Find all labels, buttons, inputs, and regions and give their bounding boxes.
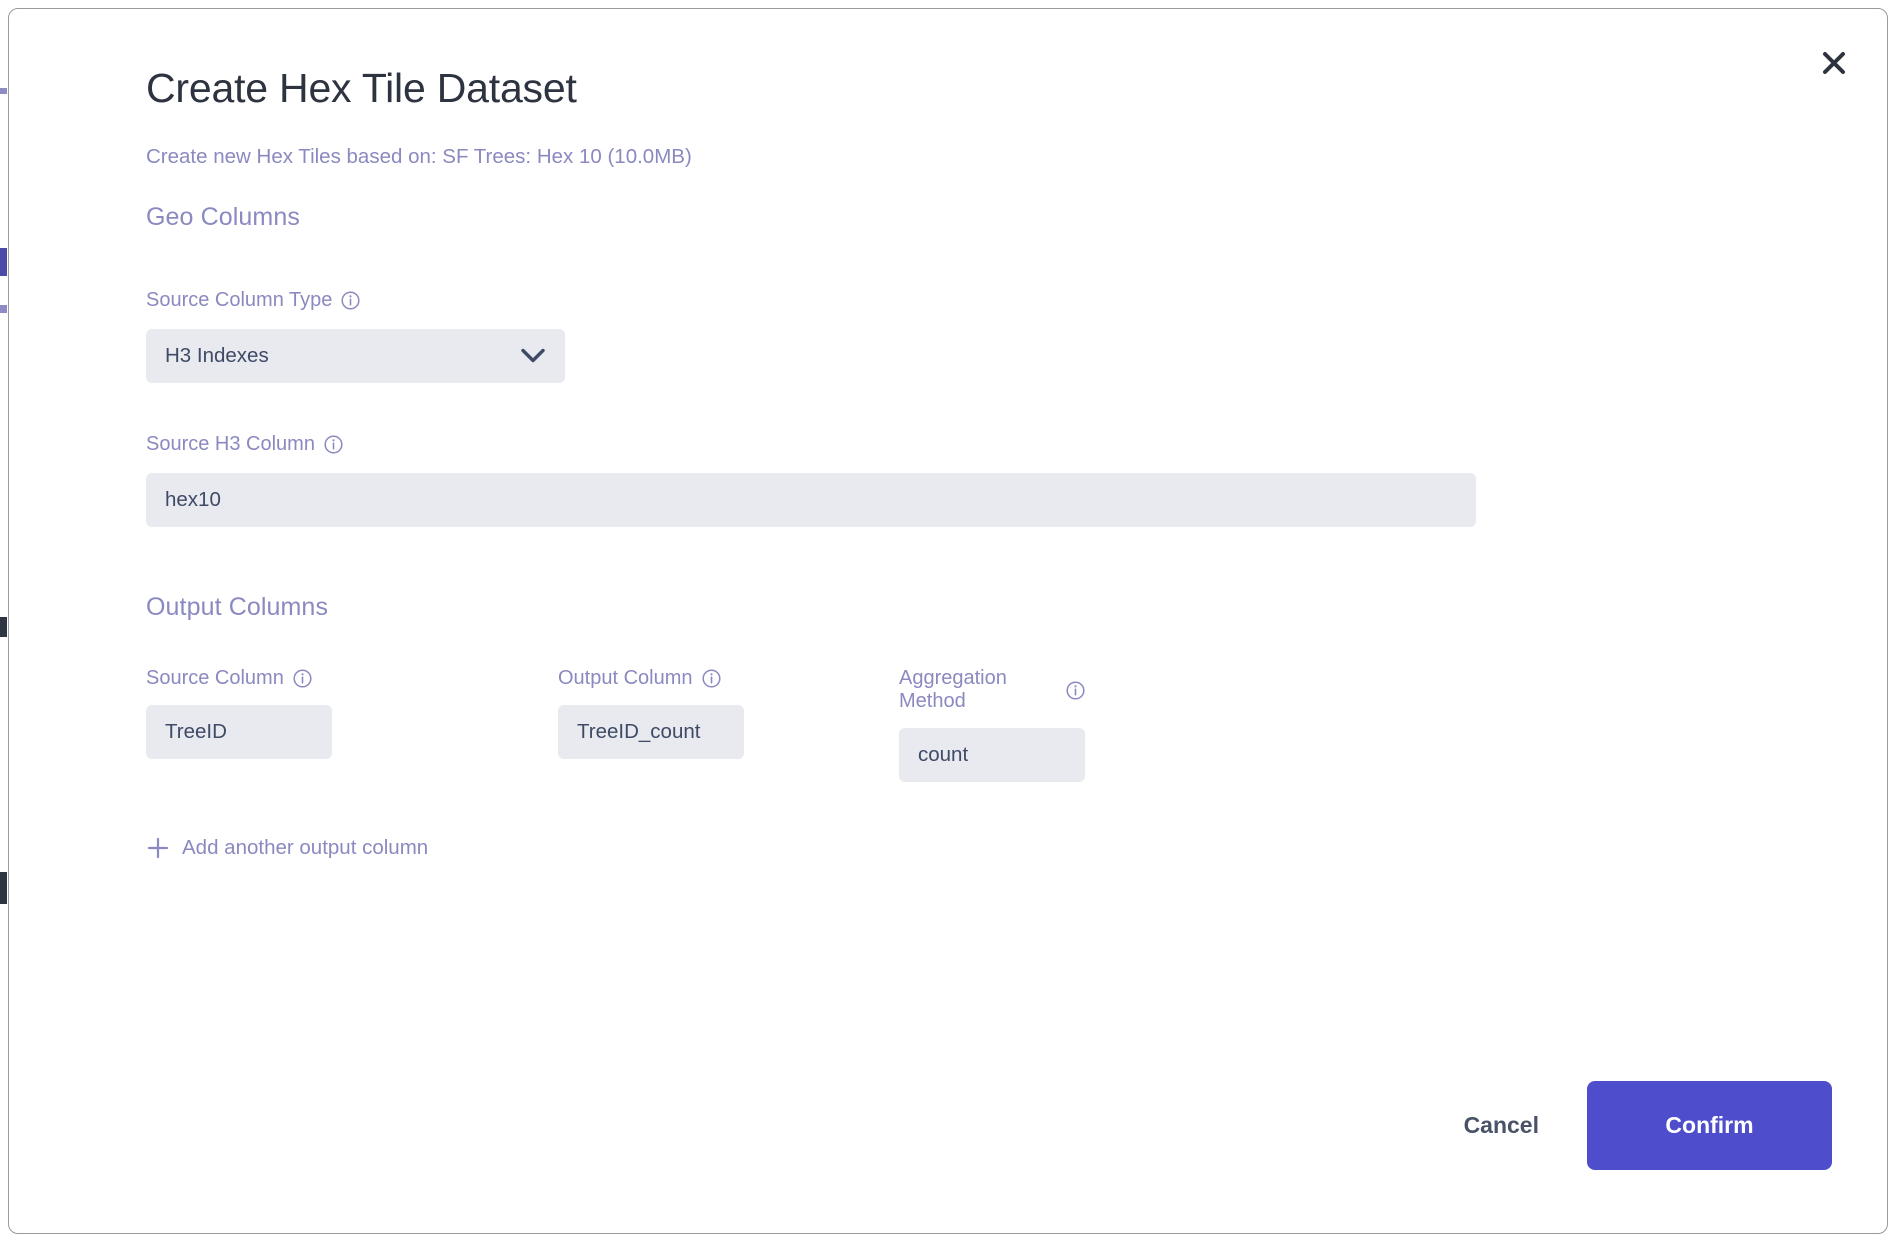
source-column-type-label-text: Source Column Type	[146, 289, 333, 312]
output-column-aggregation: Aggregation Method count	[899, 667, 1085, 783]
output-columns-heading: Output Columns	[146, 593, 329, 622]
source-h3-column-field-wrap: hex10	[146, 473, 1476, 528]
background-app-sliver	[0, 872, 7, 904]
add-output-column-label: Add another output column	[182, 836, 429, 860]
source-column-label-text: Source Column	[146, 667, 284, 690]
source-column-type-select[interactable]: H3 Indexes	[146, 329, 565, 384]
create-hex-tile-dataset-dialog: Create Hex Tile Dataset Create new Hex T…	[8, 8, 1888, 1234]
geo-columns-heading: Geo Columns	[146, 203, 300, 232]
confirm-button[interactable]: Confirm	[1587, 1081, 1832, 1170]
info-icon[interactable]	[324, 435, 343, 454]
source-column-type-label: Source Column Type	[146, 232, 1887, 312]
output-column-input[interactable]: TreeID_count	[558, 705, 744, 760]
background-app-sliver	[0, 617, 7, 637]
info-icon[interactable]	[293, 669, 312, 688]
aggregation-method-label: Aggregation Method	[899, 667, 1085, 713]
source-h3-column-label: Source H3 Column	[146, 383, 1887, 456]
dialog-subtitle: Create new Hex Tiles based on: SF Trees:…	[146, 145, 692, 169]
source-column-label: Source Column	[146, 667, 332, 690]
add-output-column-button[interactable]: Add another output column	[146, 836, 428, 860]
output-column-label-text: Output Column	[558, 667, 693, 690]
output-column-output: Output Column TreeID_count	[558, 667, 744, 782]
background-app-sliver	[0, 248, 7, 276]
cancel-button[interactable]: Cancel	[1436, 1100, 1567, 1151]
info-icon[interactable]	[341, 291, 360, 310]
output-columns-row: Source Column TreeID Output Column TreeI…	[146, 622, 1887, 783]
screen: Create Hex Tile Dataset Create new Hex T…	[0, 0, 1896, 1242]
source-h3-column-label-text: Source H3 Column	[146, 433, 315, 456]
source-h3-column-input[interactable]: hex10	[146, 473, 1476, 528]
plus-icon	[146, 836, 170, 860]
output-column-label: Output Column	[558, 667, 744, 690]
aggregation-method-input[interactable]: count	[899, 728, 1085, 783]
output-column-source: Source Column TreeID	[146, 667, 332, 782]
background-app-sliver	[0, 305, 7, 313]
source-column-type-value[interactable]: H3 Indexes	[146, 329, 565, 384]
background-app-sliver	[0, 88, 7, 94]
source-column-input[interactable]: TreeID	[146, 705, 332, 760]
aggregation-method-label-text: Aggregation Method	[899, 667, 1007, 713]
page-title: Create Hex Tile Dataset	[146, 65, 577, 111]
info-icon[interactable]	[701, 669, 721, 688]
dialog-footer: Cancel Confirm	[1436, 1081, 1832, 1170]
info-icon[interactable]	[1066, 681, 1085, 700]
